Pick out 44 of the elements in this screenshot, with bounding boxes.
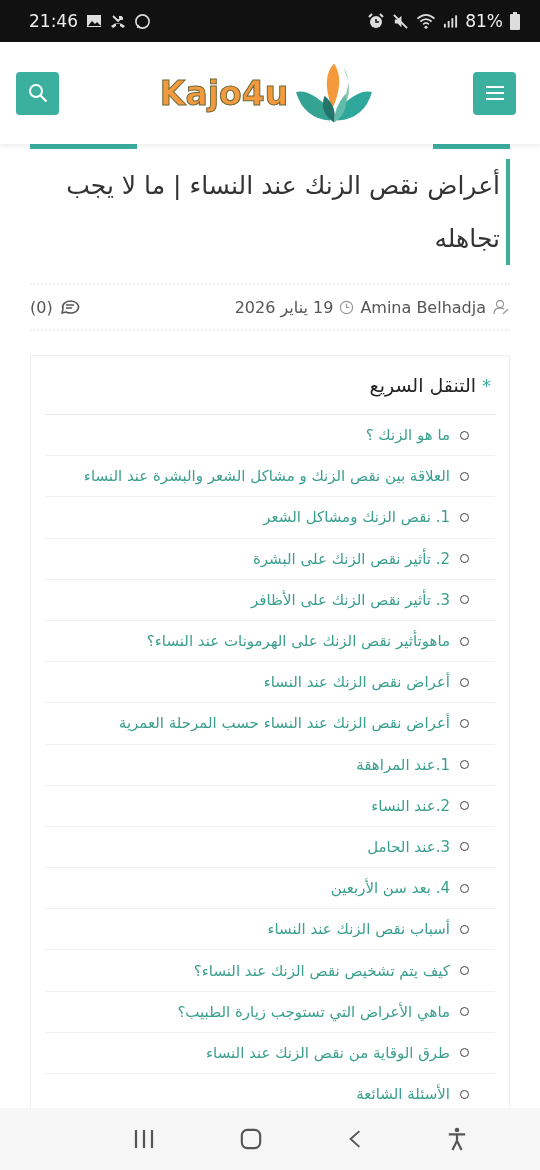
toc-link[interactable]: ماهوتأثير نقص الزنك على الهرمونات عند النساء؟: [146, 632, 450, 651]
search-button[interactable]: [16, 71, 59, 115]
menu-icon: [485, 86, 504, 100]
toc-link[interactable]: كيف يتم تشخيص نقص الزنك عند النساء؟: [193, 961, 450, 980]
lotus-logo-icon: [296, 63, 373, 123]
recent-apps-icon: [132, 1128, 155, 1150]
toc-link[interactable]: 1.عند المراهقة: [356, 755, 450, 774]
post-date: 19 يناير 2026: [234, 297, 334, 317]
battery-icon: [510, 12, 520, 30]
toc-link[interactable]: أعراض نقص الزنك عند النساء حسب المرحلة العمرية: [118, 714, 450, 733]
battery-percent: 81%: [465, 11, 503, 31]
mute-icon: [392, 12, 410, 30]
toc-link[interactable]: 2. تأثير نقص الزنك على البشرة: [252, 549, 450, 568]
clock-time: 21:46: [29, 11, 78, 31]
comment-icon: [58, 298, 81, 316]
wifi-icon: [416, 12, 437, 30]
toc-link[interactable]: 4. بعد سن الأربعين: [330, 879, 450, 898]
toc-link[interactable]: 3.عند الحامل: [367, 837, 450, 856]
home-icon: [240, 1128, 263, 1150]
comment-count[interactable]: (0): [30, 297, 53, 317]
toc-link[interactable]: 1. نقص الزنك ومشاكل الشعر: [263, 508, 450, 527]
author-name[interactable]: Amina Belhadja: [360, 297, 486, 317]
signal-icon: [443, 13, 459, 29]
back-icon: [347, 1128, 362, 1150]
accessibility-icon: [447, 1126, 468, 1152]
toc-link[interactable]: 3. تأثير نقص الزنك على الأظافر: [251, 590, 450, 609]
alarm-icon: [367, 12, 386, 30]
user-edit-icon: [492, 298, 510, 316]
image-icon: [86, 13, 102, 29]
asterisk-mark: *: [482, 374, 491, 396]
toc-link[interactable]: ماهي الأعراض التي تستوجب زيارة الطبيب؟: [177, 1002, 450, 1021]
toc-title: التنقل السريع: [369, 374, 476, 396]
toc-link[interactable]: العلاقة بين نقص الزنك و مشاكل الشعر والبشرة عند النساء: [83, 467, 450, 486]
toc-link[interactable]: 2.عند النساء: [371, 796, 450, 815]
toc-link[interactable]: الأسئلة الشائعة: [356, 1085, 450, 1104]
menu-button[interactable]: [473, 71, 516, 115]
toc-link[interactable]: أعراض نقص الزنك عند النساء: [263, 673, 450, 692]
article-title: أعراض نقص الزنك عند النساء | ما لا يجب تجاهله: [30, 159, 510, 265]
toc-link[interactable]: طرق الوقاية من نقص الزنك عند النساء: [206, 1043, 450, 1062]
clock-icon: [339, 299, 355, 315]
logo-text[interactable]: Kajo4u: [159, 73, 289, 113]
search-icon: [27, 83, 48, 103]
toc-link[interactable]: أسباب نقص الزنك عند النساء: [267, 920, 450, 939]
toc-link[interactable]: ما هو الزنك ؟: [365, 426, 450, 445]
